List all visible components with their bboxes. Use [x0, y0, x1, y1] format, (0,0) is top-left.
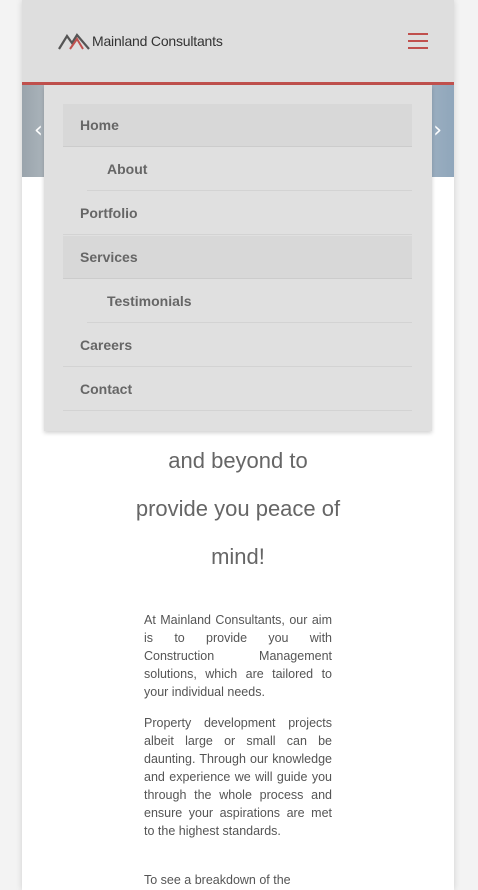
intro-paragraph: At Mainland Consultants, our aim is to p…: [144, 613, 332, 699]
menu-item-about[interactable]: About: [87, 148, 412, 191]
headline-line-1: and beyond to: [168, 448, 308, 473]
logo-text: Mainland Consultants: [92, 33, 223, 49]
menu-item-home[interactable]: Home: [63, 104, 412, 147]
menu-item-careers[interactable]: Careers: [63, 324, 412, 367]
hamburger-menu-icon[interactable]: [408, 33, 428, 49]
menu-item-portfolio[interactable]: Portfolio: [63, 192, 412, 235]
menu-item-services[interactable]: Services: [63, 236, 412, 279]
menu-item-contact[interactable]: Contact: [63, 368, 412, 411]
chevron-right-icon[interactable]: ›: [433, 120, 442, 142]
mountain-logo-icon: [58, 33, 90, 50]
site-logo[interactable]: Mainland Consultants: [58, 30, 223, 52]
body-paragraph: Property development projects albeit lar…: [144, 716, 332, 838]
site-header: Mainland Consultants: [22, 0, 454, 85]
dropdown-nav-menu: Home About Portfolio Services Testimonia…: [44, 85, 432, 431]
chevron-left-icon[interactable]: ‹: [34, 120, 43, 142]
breakdown-paragraph: To see a breakdown of the: [144, 873, 291, 887]
headline-line-3: mind!: [211, 544, 265, 569]
menu-item-testimonials[interactable]: Testimonials: [87, 280, 412, 323]
headline-line-2: provide you peace of: [135, 496, 341, 521]
